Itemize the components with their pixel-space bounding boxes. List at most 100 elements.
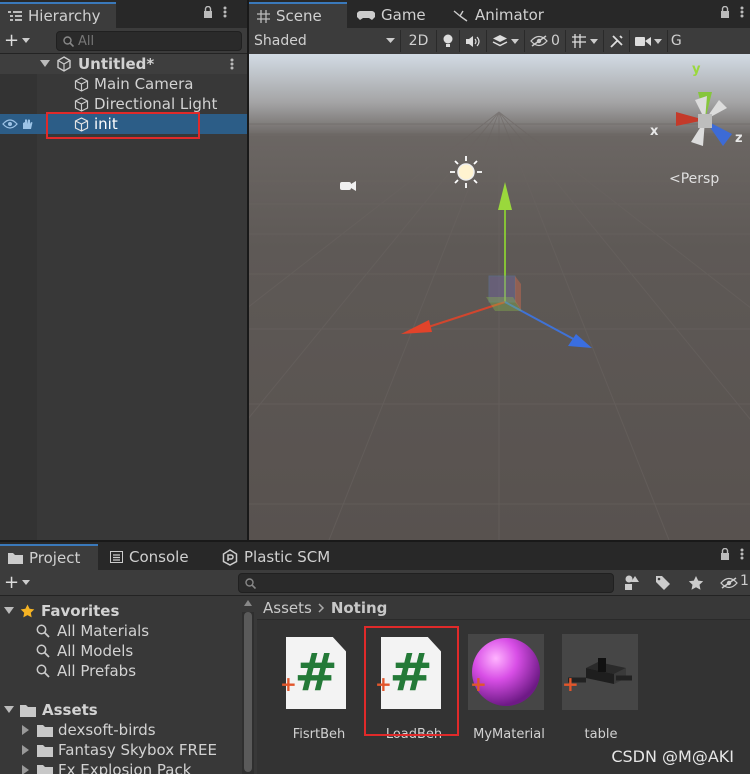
chevron-down-icon (589, 38, 598, 44)
lock-icon[interactable] (720, 6, 730, 18)
folder-item-dexsoft-birds[interactable]: dexsoft-birds (0, 720, 256, 740)
tab-scene[interactable]: Scene (249, 2, 347, 28)
added-plus-badge: + (470, 672, 487, 696)
lighting-toggle[interactable] (437, 30, 460, 52)
project-corner-controls (720, 548, 744, 560)
tab-hierarchy-label: Hierarchy (28, 7, 101, 25)
favorites-header[interactable]: Favorites (0, 601, 256, 621)
expand-arrow-icon[interactable] (40, 60, 50, 68)
console-icon (110, 551, 123, 563)
visibility-eye-icon[interactable] (2, 119, 18, 129)
shading-mode-dropdown[interactable]: Shaded (249, 30, 401, 52)
orientation-gizmo[interactable] (652, 64, 747, 159)
search-by-type-icon[interactable] (624, 575, 640, 591)
chevron-right-icon (318, 602, 324, 613)
hierarchy-item-label: Main Camera (94, 75, 194, 93)
favorite-item-all-prefabs[interactable]: All Prefabs (0, 661, 256, 681)
tab-scene-label: Scene (276, 7, 322, 25)
highlight-box-init (46, 112, 200, 139)
folder-icon (37, 764, 53, 774)
more-menu-icon[interactable] (740, 6, 744, 18)
search-icon (245, 577, 256, 589)
tools-toggle[interactable] (604, 30, 630, 52)
axis-label-x: x (650, 124, 659, 139)
expand-arrow-icon[interactable] (4, 706, 14, 714)
tab-console[interactable]: Console (102, 544, 197, 570)
folder-item-label: dexsoft-birds (58, 721, 156, 739)
create-button[interactable]: + (4, 30, 31, 51)
audio-toggle[interactable] (460, 30, 487, 52)
asset-label: FisrtBeh (292, 727, 346, 742)
toggle-2d-button[interactable]: 2D (401, 30, 437, 52)
collapse-arrow-icon[interactable] (22, 745, 30, 755)
plastic-scm-icon (222, 548, 238, 566)
scrollbar-thumb[interactable] (244, 612, 252, 772)
scroll-up-arrow-icon[interactable] (244, 600, 252, 606)
camera-gizmo[interactable] (340, 181, 356, 191)
tab-project-label: Project (29, 549, 81, 567)
lock-icon[interactable] (720, 548, 730, 560)
folder-item-fantasy-skybox[interactable]: Fantasy Skybox FREE (0, 740, 256, 760)
gizmos-dropdown[interactable]: G (668, 30, 685, 52)
folder-item-label: Fx Explosion Pack (58, 761, 192, 774)
star-icon (20, 604, 35, 617)
tools-wrench-icon (610, 34, 623, 48)
layers-effects-icon (492, 35, 508, 47)
scene-panel: Scene Game Animator Shaded 2D 0 G y x z … (249, 0, 750, 540)
move-tool-gizmo[interactable] (401, 182, 592, 348)
collapse-arrow-icon[interactable] (22, 725, 30, 735)
eye-slash-icon[interactable] (720, 577, 738, 589)
scene-root-row[interactable]: Untitled* (0, 54, 247, 74)
project-search-input[interactable] (238, 573, 614, 593)
search-icon (63, 35, 74, 47)
tab-animator[interactable]: Animator (445, 2, 552, 28)
hierarchy-item-main-camera[interactable]: Main Camera (0, 74, 247, 94)
more-menu-icon[interactable] (740, 548, 744, 560)
hidden-objects-toggle[interactable]: 0 (525, 30, 566, 52)
tab-hierarchy[interactable]: Hierarchy (0, 2, 116, 28)
expand-arrow-icon[interactable] (4, 607, 14, 615)
folder-tree-scrollbar[interactable] (242, 600, 254, 774)
tab-plastic-scm[interactable]: Plastic SCM (214, 544, 338, 570)
highlight-box-loadbeh (364, 626, 459, 736)
project-create-button[interactable]: + (4, 572, 31, 593)
asset-thumbnail: # (286, 634, 362, 710)
tab-project[interactable]: Project (0, 544, 98, 570)
breadcrumb-assets[interactable]: Assets (263, 599, 312, 617)
search-icon (36, 644, 50, 658)
list-icon (8, 11, 22, 21)
effects-dropdown[interactable] (487, 30, 525, 52)
favorite-item-label: All Models (57, 642, 134, 660)
favorite-item-all-models[interactable]: All Models (0, 641, 256, 661)
scene-more-icon[interactable] (230, 58, 234, 70)
shading-mode-value: Shaded (254, 33, 307, 49)
gamepad-icon (357, 10, 375, 20)
axis-label-y: y (692, 62, 701, 77)
pickable-hand-icon[interactable] (20, 118, 34, 130)
more-menu-icon[interactable] (223, 6, 227, 18)
assets-header[interactable]: Assets (0, 700, 256, 720)
folder-item-label: Fantasy Skybox FREE (58, 741, 217, 759)
search-icon (36, 664, 50, 678)
tab-game[interactable]: Game (349, 2, 434, 28)
directional-light-gizmo[interactable] (450, 156, 482, 188)
axis-label-z: z (735, 131, 743, 146)
asset-label: table (584, 727, 618, 742)
lock-icon[interactable] (203, 6, 213, 18)
breadcrumb-noting[interactable]: Noting (331, 599, 388, 617)
hierarchy-toolbar: + All (0, 28, 247, 54)
label-tag-icon[interactable] (655, 575, 671, 591)
folder-icon (20, 704, 36, 717)
collapse-arrow-icon[interactable] (22, 765, 30, 774)
watermark: CSDN @M@AKI (611, 747, 734, 766)
favorite-item-all-materials[interactable]: All Materials (0, 621, 256, 641)
folder-item-fx-explosion[interactable]: Fx Explosion Pack (0, 760, 256, 774)
hierarchy-search-placeholder: All (78, 33, 95, 49)
camera-dropdown[interactable] (630, 30, 668, 52)
hierarchy-item-directional-light[interactable]: Directional Light (0, 94, 247, 114)
scene-viewport[interactable]: y x z <Persp (249, 54, 750, 540)
hierarchy-search-input[interactable]: All (56, 31, 242, 51)
grid-snapping-dropdown[interactable] (566, 30, 604, 52)
projection-toggle[interactable]: <Persp (669, 171, 719, 187)
favorite-star-icon[interactable] (688, 575, 704, 591)
